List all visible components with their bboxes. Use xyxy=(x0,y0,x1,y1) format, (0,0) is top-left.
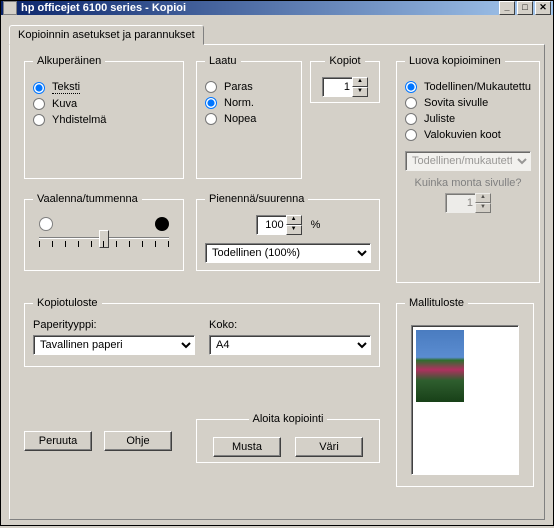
radio-quality-best[interactable]: Paras xyxy=(205,81,293,93)
preview-page xyxy=(411,325,519,475)
legend-original: Alkuperäinen xyxy=(33,55,105,67)
app-icon xyxy=(3,1,17,15)
group-start: Aloita kopiointi Musta Väri xyxy=(196,413,380,463)
legend-zoom: Pienennä/suurenna xyxy=(205,193,308,205)
start-color-button[interactable]: Väri xyxy=(295,437,363,457)
light-icon xyxy=(39,217,53,231)
radio-quality-normal-label: Norm. xyxy=(224,97,254,109)
cancel-button[interactable]: Peruuta xyxy=(24,431,92,451)
start-black-label: Musta xyxy=(232,441,262,453)
slider-ticks xyxy=(39,241,169,247)
radio-quality-fast-label: Nopea xyxy=(224,113,256,125)
radio-creative-poster[interactable]: Juliste xyxy=(405,113,531,125)
creative-howmany-label: Kuinka monta sivulle? xyxy=(405,177,531,189)
copies-up[interactable]: ▲ xyxy=(352,77,368,87)
creative-howmany-input xyxy=(445,193,475,213)
radio-quality-best-label: Paras xyxy=(224,81,253,93)
radio-original-mixed-label: Yhdistelmä xyxy=(52,114,106,126)
radio-creative-photo-label: Valokuvien koot xyxy=(424,129,501,141)
group-creative: Luova kopioiminen Todellinen/Mukautettu … xyxy=(396,55,540,283)
copies-input[interactable] xyxy=(322,77,352,97)
paper-size-select[interactable]: A4 xyxy=(209,335,371,355)
radio-creative-actual-label: Todellinen/Mukautettu xyxy=(424,81,531,93)
cancel-button-label: Peruuta xyxy=(39,435,78,447)
legend-output: Kopiotuloste xyxy=(33,297,102,309)
tab-panel: Alkuperäinen Teksti Kuva Yhdistelmä Laat… xyxy=(9,44,545,520)
zoom-preset-select[interactable]: Todellinen (100%) xyxy=(205,243,371,263)
help-button[interactable]: Ohje xyxy=(104,431,172,451)
radio-original-image-input[interactable] xyxy=(33,98,45,110)
lightness-slider[interactable] xyxy=(33,221,175,255)
radio-creative-actual-input[interactable] xyxy=(405,81,417,93)
radio-creative-fit-label: Sovita sivulle xyxy=(424,97,488,109)
radio-creative-fit[interactable]: Sovita sivulle xyxy=(405,97,531,109)
legend-copies: Kopiot xyxy=(325,55,364,67)
app-window: hp officejet 6100 series - Kopioi _ □ ✕ … xyxy=(0,0,554,526)
radio-quality-fast-input[interactable] xyxy=(205,113,217,125)
group-output: Kopiotuloste Paperityyppi: Tavallinen pa… xyxy=(24,297,380,367)
zoom-down[interactable]: ▼ xyxy=(286,225,302,235)
help-button-label: Ohje xyxy=(126,435,149,447)
group-preview: Mallituloste xyxy=(396,297,534,487)
radio-quality-best-input[interactable] xyxy=(205,81,217,93)
legend-creative: Luova kopioiminen xyxy=(405,55,505,67)
creative-howmany-up: ▲ xyxy=(475,193,491,203)
radio-quality-normal[interactable]: Norm. xyxy=(205,97,293,109)
radio-creative-photo[interactable]: Valokuvien koot xyxy=(405,129,531,141)
tab-label: Kopioinnin asetukset ja parannukset xyxy=(18,29,195,41)
titlebar: hp officejet 6100 series - Kopioi _ □ ✕ xyxy=(1,1,553,15)
close-button[interactable]: ✕ xyxy=(535,1,551,15)
start-color-label: Väri xyxy=(319,441,339,453)
client-area: Kopioinnin asetukset ja parannukset Alku… xyxy=(1,15,553,528)
group-original: Alkuperäinen Teksti Kuva Yhdistelmä xyxy=(24,55,184,179)
group-quality: Laatu Paras Norm. Nopea xyxy=(196,55,302,179)
preview-thumbnail xyxy=(416,330,464,402)
paper-size-label: Koko: xyxy=(209,319,371,331)
dark-icon xyxy=(155,217,169,231)
creative-howmany-down: ▼ xyxy=(475,203,491,213)
radio-creative-fit-input[interactable] xyxy=(405,97,417,109)
start-black-button[interactable]: Musta xyxy=(213,437,281,457)
tab-copy-settings[interactable]: Kopioinnin asetukset ja parannukset xyxy=(9,25,204,45)
group-copies: Kopiot ▲ ▼ xyxy=(310,55,380,103)
radio-original-image-label: Kuva xyxy=(52,98,77,110)
zoom-up[interactable]: ▲ xyxy=(286,215,302,225)
radio-original-text-label: Teksti xyxy=(52,81,80,94)
radio-original-text[interactable]: Teksti xyxy=(33,81,175,94)
maximize-button[interactable]: □ xyxy=(517,1,533,15)
group-zoom: Pienennä/suurenna ▲ ▼ % Todellinen (100%… xyxy=(196,193,380,271)
group-lightness: Vaalenna/tummenna xyxy=(24,193,184,271)
paper-type-label: Paperityyppi: xyxy=(33,319,195,331)
legend-lightness: Vaalenna/tummenna xyxy=(33,193,142,205)
creative-preset-select: Todellinen/mukautettu 100 % xyxy=(405,151,531,171)
radio-quality-fast[interactable]: Nopea xyxy=(205,113,293,125)
window-title: hp officejet 6100 series - Kopioi xyxy=(21,2,499,14)
copies-down[interactable]: ▼ xyxy=(352,87,368,97)
minimize-button[interactable]: _ xyxy=(499,1,515,15)
radio-creative-photo-input[interactable] xyxy=(405,129,417,141)
radio-original-text-input[interactable] xyxy=(33,82,45,94)
copies-spinner[interactable]: ▲ ▼ xyxy=(322,77,368,97)
radio-creative-poster-label: Juliste xyxy=(424,113,455,125)
radio-original-mixed-input[interactable] xyxy=(33,114,45,126)
paper-type-select[interactable]: Tavallinen paperi xyxy=(33,335,195,355)
creative-howmany-spinner: ▲ ▼ xyxy=(445,193,491,213)
zoom-input[interactable] xyxy=(256,215,286,235)
radio-creative-poster-input[interactable] xyxy=(405,113,417,125)
legend-quality: Laatu xyxy=(205,55,241,67)
radio-quality-normal-input[interactable] xyxy=(205,97,217,109)
zoom-percent-suffix: % xyxy=(311,219,321,231)
radio-original-mixed[interactable]: Yhdistelmä xyxy=(33,114,175,126)
legend-preview: Mallituloste xyxy=(405,297,468,309)
radio-creative-actual[interactable]: Todellinen/Mukautettu xyxy=(405,81,531,93)
zoom-spinner[interactable]: ▲ ▼ xyxy=(256,215,302,235)
legend-start: Aloita kopiointi xyxy=(249,413,328,425)
radio-original-image[interactable]: Kuva xyxy=(33,98,175,110)
